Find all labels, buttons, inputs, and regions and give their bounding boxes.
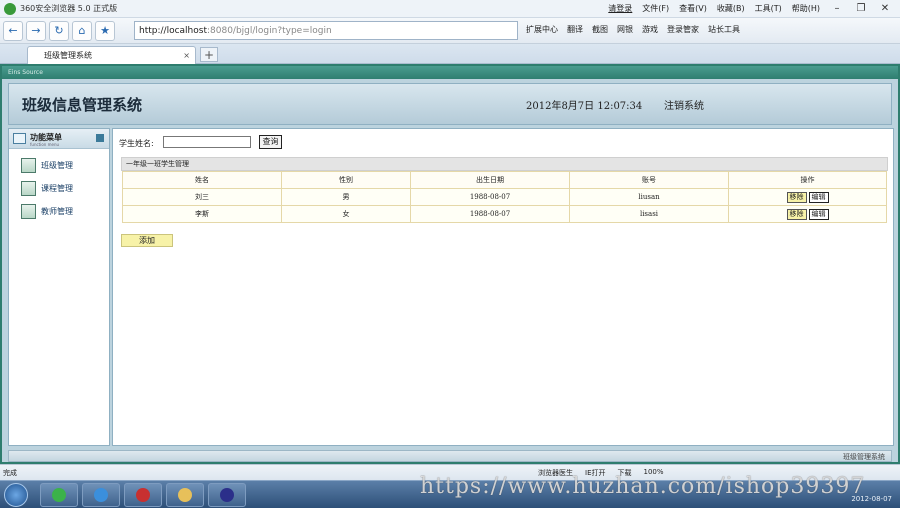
login-manager-tool[interactable]: 登录管家 (667, 24, 699, 35)
webmaster-tool[interactable]: 站长工具 (708, 24, 740, 35)
online-banking-tool[interactable]: 网银 (617, 24, 633, 35)
header-birthday: 出生日期 (410, 171, 570, 189)
menu-file[interactable]: 文件(F) (642, 3, 669, 14)
tab-bar: 班级管理系统 × + (0, 44, 900, 64)
tab-close-icon[interactable]: × (183, 47, 190, 64)
sidebar-item-label: 课程管理 (41, 183, 73, 193)
sidebar-item-teacher-management[interactable]: 教师管理 (21, 203, 73, 219)
refresh-icon[interactable]: ↻ (49, 20, 69, 41)
start-button-icon[interactable] (4, 483, 28, 507)
search-button[interactable]: 查询 (259, 135, 282, 149)
restore-icon[interactable]: ❐ (850, 1, 872, 16)
logout-link[interactable]: 注销系统 (664, 97, 704, 112)
login-link[interactable]: 请登录 (608, 3, 632, 14)
table-header-row: 姓名 性别 出生日期 账号 操作 (122, 171, 887, 189)
delete-button[interactable]: 移除 (786, 191, 807, 203)
back-arrow-icon[interactable]: ← (3, 20, 23, 41)
translate-tool[interactable]: 翻译 (567, 24, 583, 35)
collapse-icon[interactable] (96, 134, 104, 142)
student-table: 姓名 性别 出生日期 账号 操作 刘三 男 1988-08-07 liusan … (122, 171, 887, 223)
teacher-management-icon (21, 203, 36, 219)
status-text: 完成 (3, 469, 17, 477)
menu-icon (13, 133, 26, 144)
menu-help[interactable]: 帮助(H) (792, 3, 820, 14)
menu-view[interactable]: 查看(V) (679, 3, 707, 14)
student-name-input[interactable] (163, 136, 251, 148)
cell-gender: 女 (281, 205, 411, 223)
table-row: 李斯 女 1988-08-07 lisasi 移除 编辑 (122, 205, 887, 223)
app-frame: Eins Source 班级信息管理系统 2012年8月7日 12:07:34 … (0, 64, 900, 464)
student-table-panel: 一年级一班学生管理 姓名 性别 出生日期 账号 操作 刘三 男 1988-08-… (121, 157, 888, 223)
sidebar-item-course-management[interactable]: 课程管理 (21, 180, 73, 196)
taskbar-ie-icon[interactable] (82, 483, 120, 507)
extensions-center[interactable]: 扩展中心 (526, 24, 558, 35)
close-window-icon[interactable]: ✕ (874, 1, 896, 16)
cell-account: lisasi (569, 205, 729, 223)
home-icon[interactable]: ⌂ (72, 20, 92, 41)
watermark-text: https://www.huzhan.com/ishop39397 (420, 474, 866, 499)
footer-app-name: 班级管理系统 (843, 453, 885, 461)
app-header: 班级信息管理系统 2012年8月7日 12:07:34 注销系统 (8, 83, 892, 125)
sidebar-item-class-management[interactable]: 班级管理 (21, 157, 73, 173)
sidebar-subtitle: function menu (30, 142, 60, 147)
app-top-strip: Eins Source (2, 66, 898, 79)
table-caption: 一年级一班学生管理 (121, 157, 888, 171)
browser-logo-icon (4, 2, 16, 15)
cell-name: 刘三 (122, 188, 282, 206)
header-account: 账号 (569, 171, 729, 189)
header-gender: 性别 (281, 171, 411, 189)
cell-name: 李斯 (122, 205, 282, 223)
cell-gender: 男 (281, 188, 411, 206)
favorite-star-icon[interactable]: ★ (95, 20, 115, 41)
tab-title: 班级管理系统 (44, 51, 92, 60)
window-controls: – ❐ ✕ (826, 1, 896, 16)
cell-birthday: 1988-08-07 (410, 205, 570, 223)
student-name-label: 学生姓名: (119, 139, 154, 148)
current-datetime: 2012年8月7日 12:07:34 (526, 101, 643, 112)
tab-class-management[interactable]: 班级管理系统 × (27, 46, 196, 64)
header-actions: 操作 (728, 171, 887, 189)
main-content: 学生姓名: 查询 一年级一班学生管理 姓名 性别 出生日期 账号 操作 刘三 男… (112, 128, 894, 446)
cell-birthday: 1988-08-07 (410, 188, 570, 206)
edit-button[interactable]: 编辑 (808, 191, 829, 203)
edit-button[interactable]: 编辑 (808, 208, 829, 220)
cell-account: liusan (569, 188, 729, 206)
address-bar[interactable]: http://localhost:8080/bjgl/login?type=lo… (134, 21, 518, 40)
course-management-icon (21, 180, 36, 196)
sidebar: 功能菜单 function menu 班级管理 课程管理 教师管理 (8, 128, 110, 446)
taskbar-app-icon[interactable] (124, 483, 162, 507)
browser-title: 360安全浏览器 5.0 正式版 (20, 4, 118, 13)
table-row: 刘三 男 1988-08-07 liusan 移除 编辑 (122, 188, 887, 206)
forward-arrow-icon[interactable]: → (26, 20, 46, 41)
cell-actions: 移除 编辑 (728, 205, 887, 223)
cell-actions: 移除 编辑 (728, 188, 887, 206)
taskbar-eclipse-icon[interactable] (208, 483, 246, 507)
minimize-icon[interactable]: – (826, 1, 848, 16)
app-title: 班级信息管理系统 (22, 96, 143, 114)
taskbar-360-browser-icon[interactable] (40, 483, 78, 507)
games-tool[interactable]: 游戏 (642, 24, 658, 35)
add-student-button[interactable]: 添加 (121, 234, 173, 247)
sidebar-item-label: 教师管理 (41, 206, 73, 216)
taskbar-folder-icon[interactable] (166, 483, 204, 507)
sidebar-item-label: 班级管理 (41, 160, 73, 170)
new-tab-button[interactable]: + (200, 47, 218, 62)
app-footer: 班级管理系统 (8, 450, 892, 462)
delete-button[interactable]: 移除 (786, 208, 807, 220)
browser-title-bar: 360安全浏览器 5.0 正式版 请登录 文件(F) 查看(V) 收藏(B) 工… (0, 0, 900, 18)
header-name: 姓名 (122, 171, 282, 189)
menu-favorites[interactable]: 收藏(B) (717, 3, 745, 14)
browser-tools: 扩展中心 翻译 截图 网银 游戏 登录管家 站长工具 (526, 24, 740, 35)
menu-tools[interactable]: 工具(T) (755, 3, 782, 14)
browser-toolbar: ← → ↻ ⌂ ★ http://localhost:8080/bjgl/log… (0, 18, 900, 44)
browser-menu-bar: 请登录 文件(F) 查看(V) 收藏(B) 工具(T) 帮助(H) (608, 3, 820, 14)
class-management-icon (21, 157, 36, 173)
sidebar-header: 功能菜单 function menu (9, 129, 109, 149)
address-url[interactable]: http://localhost:8080/bjgl/login?type=lo… (139, 26, 332, 36)
screenshot-tool[interactable]: 截图 (592, 24, 608, 35)
